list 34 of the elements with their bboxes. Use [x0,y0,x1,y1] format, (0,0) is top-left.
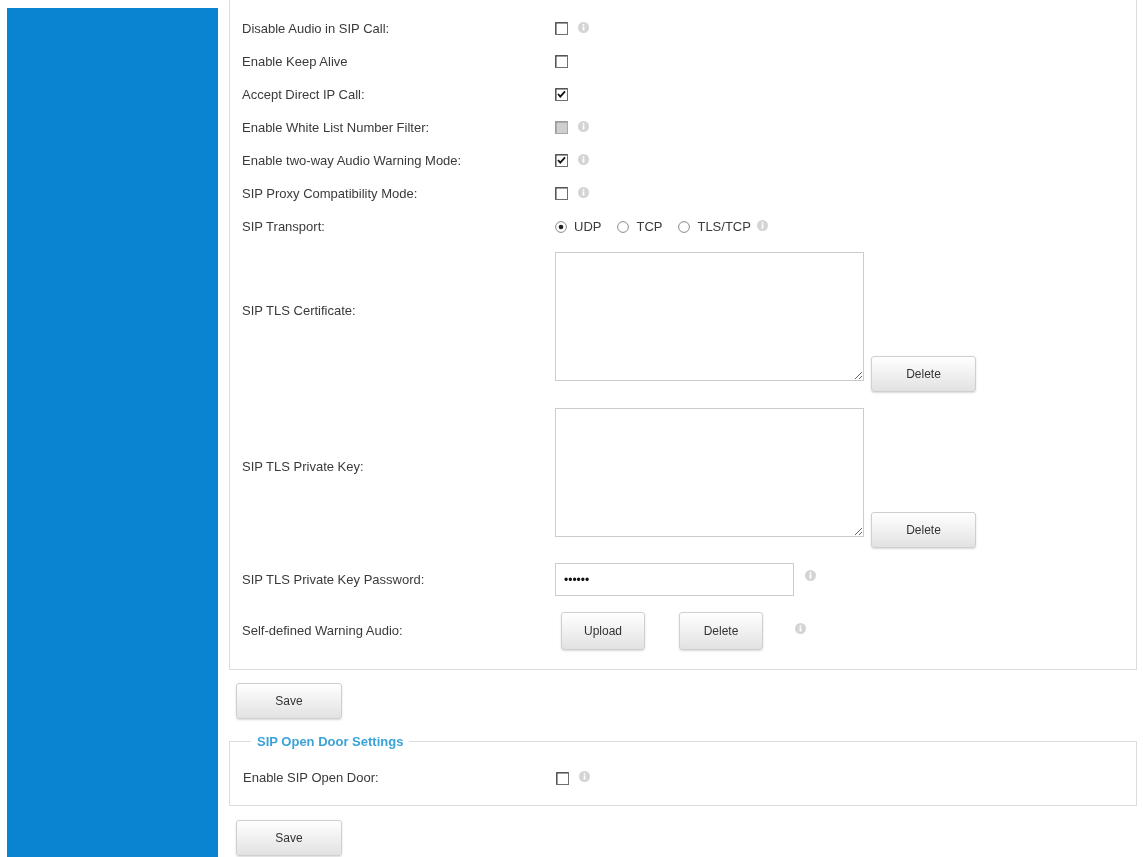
field-label: Disable Audio in SIP Call: [242,20,390,36]
action-button[interactable]: Delete [679,612,763,650]
field-label: Self-defined Warning Audio: [242,623,403,639]
field-label: Enable Keep Alive [242,53,348,69]
password-field[interactable]: •••••• [555,563,794,596]
field-label: SIP TLS Certificate: [242,302,356,321]
section-title: SIP Open Door Settings [256,733,405,751]
radio-button[interactable] [555,220,567,233]
field-label: Accept Direct IP Call: [242,86,365,102]
field-label: SIP TLS Private Key: [242,458,364,477]
radio-button[interactable] [617,220,630,233]
field-label: SIP Transport: [242,218,325,234]
text-area-field[interactable] [555,408,864,537]
action-button[interactable]: Delete [871,512,976,548]
checkbox[interactable] [555,55,568,68]
text-area-field[interactable] [555,252,864,381]
radio-button[interactable] [678,220,691,233]
radio-label: UDP [574,217,602,236]
checkbox[interactable] [555,154,568,167]
field-label: Enable White List Number Filter: [242,119,430,135]
action-button[interactable]: Save [236,819,342,856]
action-button[interactable]: Delete [871,356,976,392]
field-label: SIP TLS Private Key Password: [242,571,425,587]
action-button[interactable]: Save [236,683,342,719]
checkbox[interactable] [555,88,568,101]
field-label: Enable SIP Open Door: [243,770,379,786]
field-label: Enable two-way Audio Warning Mode: [242,152,462,168]
radio-label: TLS/TCP [697,217,751,236]
checkbox[interactable] [555,187,568,200]
field-label: SIP Proxy Compatibility Mode: [242,185,418,201]
action-button[interactable]: Upload [561,612,645,650]
radio-label: TCP [636,217,663,236]
checkbox[interactable] [555,22,568,35]
checkbox[interactable] [556,771,569,785]
